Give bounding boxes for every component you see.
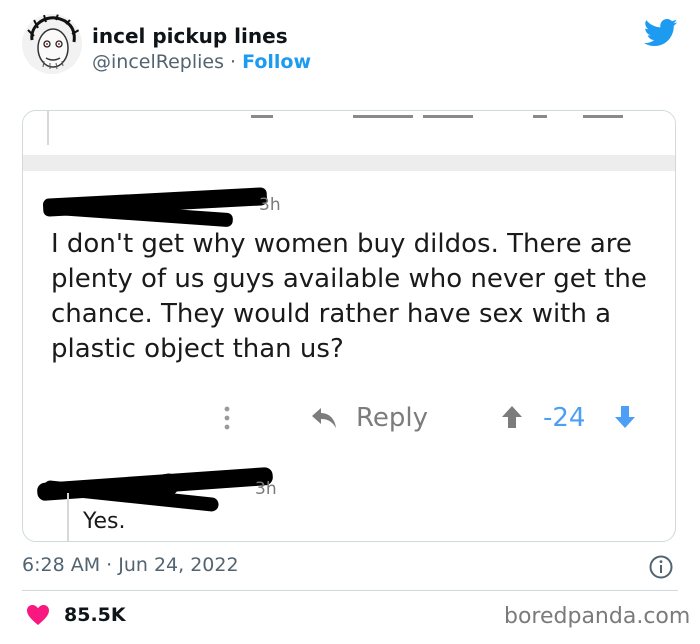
embedded-screenshot[interactable]: 3h I don't get why women buy dildos. The… xyxy=(22,110,676,542)
follow-link[interactable]: Follow xyxy=(242,51,311,73)
reply-button[interactable]: Reply xyxy=(356,403,428,433)
thread-line xyxy=(67,493,69,541)
footer-divider xyxy=(22,590,678,591)
info-icon[interactable] xyxy=(648,554,674,580)
thread-line xyxy=(47,111,49,145)
author-handle[interactable]: @incelReplies xyxy=(92,51,224,73)
reply-comment-text: Yes. xyxy=(83,509,126,534)
more-vertical-icon[interactable] xyxy=(217,403,237,433)
cut-glyph xyxy=(583,115,623,118)
like-count[interactable]: 85.5K xyxy=(64,604,126,626)
watermark: boredpanda.com xyxy=(504,604,691,629)
author-handle-line: @incelReplies · Follow xyxy=(92,51,311,73)
avatar[interactable] xyxy=(22,14,82,74)
comment-actions: Reply -24 xyxy=(23,399,675,439)
tweet-card: incel pickup lines @incelReplies · Follo… xyxy=(0,0,700,644)
handle-separator: · xyxy=(223,51,243,73)
comment-separator xyxy=(23,155,675,171)
heart-icon[interactable] xyxy=(26,604,50,626)
comment-text: I don't get why women buy dildos. There … xyxy=(51,229,647,364)
tweet-timestamp[interactable]: 6:28 AM · Jun 24, 2022 xyxy=(22,554,239,576)
comment-time-fragment: 3h xyxy=(259,195,281,215)
author-name[interactable]: incel pickup lines xyxy=(92,24,288,48)
vote-score: -24 xyxy=(543,403,586,433)
downvote-arrow-icon[interactable] xyxy=(614,405,636,429)
upvote-arrow-icon[interactable] xyxy=(501,405,523,429)
cut-glyph xyxy=(251,115,273,118)
previous-comment-strip xyxy=(23,111,675,155)
avatar-sketch-face xyxy=(27,14,80,70)
twitter-bird-icon[interactable] xyxy=(644,18,678,48)
cut-glyph xyxy=(423,115,473,118)
cut-glyph xyxy=(533,115,547,118)
cut-glyph xyxy=(353,115,413,118)
reply-time-fragment: 3h xyxy=(255,479,277,499)
reply-arrow-icon[interactable] xyxy=(311,407,337,429)
